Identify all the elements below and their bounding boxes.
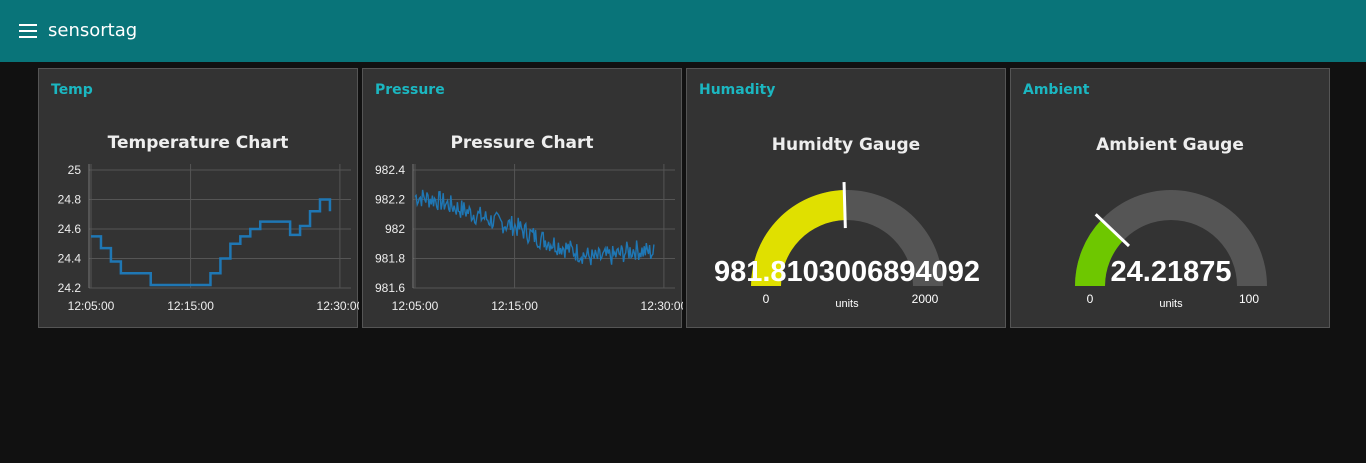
humidity-card: Humadity Humidty Gauge 981.8103006894092…	[686, 68, 1006, 328]
humidity-gauge-needle	[842, 181, 847, 229]
app-title: sensortag	[48, 20, 138, 41]
ambient-gauge-value: 24.21875	[1111, 256, 1232, 288]
humidity-gauge-min-label: 0	[763, 292, 770, 306]
temp-card: Temp Temperature Chart 24.2 24.4 24.6 24.8 2…	[38, 68, 359, 328]
humidity-gauge-units-label: units	[835, 298, 859, 310]
pressure-chart-x-tick-label: 12:05:00	[392, 299, 439, 313]
temperature-chart-x-tick-label: 12:15:00	[167, 299, 214, 313]
temperature-chart-x-tick-label: 12:30:00	[317, 299, 359, 313]
pressure-chart-x-tick-label: 12:15:00	[491, 299, 538, 313]
temperature-chart: 24.2 24.4 24.6 24.8 25 12:05:00 12:15:00 12:30:…	[58, 163, 359, 313]
pressure-chart-series-line	[414, 189, 655, 266]
pressure-chart-y-tick-label: 982.4	[375, 163, 405, 177]
temperature-chart-y-tick-label: 24.2	[58, 281, 82, 295]
ambient-gauge: 24.21875 0 100 units	[1075, 190, 1267, 310]
ambient-gauge-min-label: 0	[1087, 292, 1094, 306]
temperature-chart-series-line	[91, 198, 332, 287]
pressure-chart-y-tick-label: 981.6	[375, 281, 405, 295]
temperature-chart-y-tick-label: 24.8	[58, 193, 82, 207]
top-toolbar: sensortag	[0, 0, 1366, 62]
humidity-gauge-value: 981.8103006894092	[714, 256, 980, 288]
pressure-chart-y-tick-label: 982.2	[375, 193, 405, 207]
ambient-gauge-max-label: 100	[1239, 292, 1259, 306]
ambient-card: Ambient Ambient Gauge 24.21875 0 100 units	[1010, 68, 1330, 328]
temperature-chart-x-tick-label: 12:05:00	[68, 299, 115, 313]
pressure-chart-y-tick-label: 981.8	[375, 252, 405, 266]
humidity-gauge-max-label: 2000	[912, 292, 939, 306]
pressure-chart-x-tick-label: 12:30:00	[641, 299, 683, 313]
temperature-chart-y-tick-label: 25	[68, 163, 82, 177]
pressure-card: Pressure Pressure Chart 981.6 981.8 982 982…	[362, 68, 683, 328]
temperature-chart-y-tick-label: 24.4	[58, 252, 82, 266]
hamburger-menu-icon[interactable]	[19, 24, 37, 38]
humidity-gauge: 981.8103006894092 0 2000 units	[714, 181, 980, 310]
pressure-chart: 981.6 981.8 982 982.2 982.4 12:05:00 12:15:00 1…	[375, 163, 683, 313]
pressure-chart-y-tick-label: 982	[385, 222, 405, 236]
ambient-gauge-units-label: units	[1159, 298, 1183, 310]
temperature-chart-y-tick-label: 24.6	[58, 222, 82, 236]
